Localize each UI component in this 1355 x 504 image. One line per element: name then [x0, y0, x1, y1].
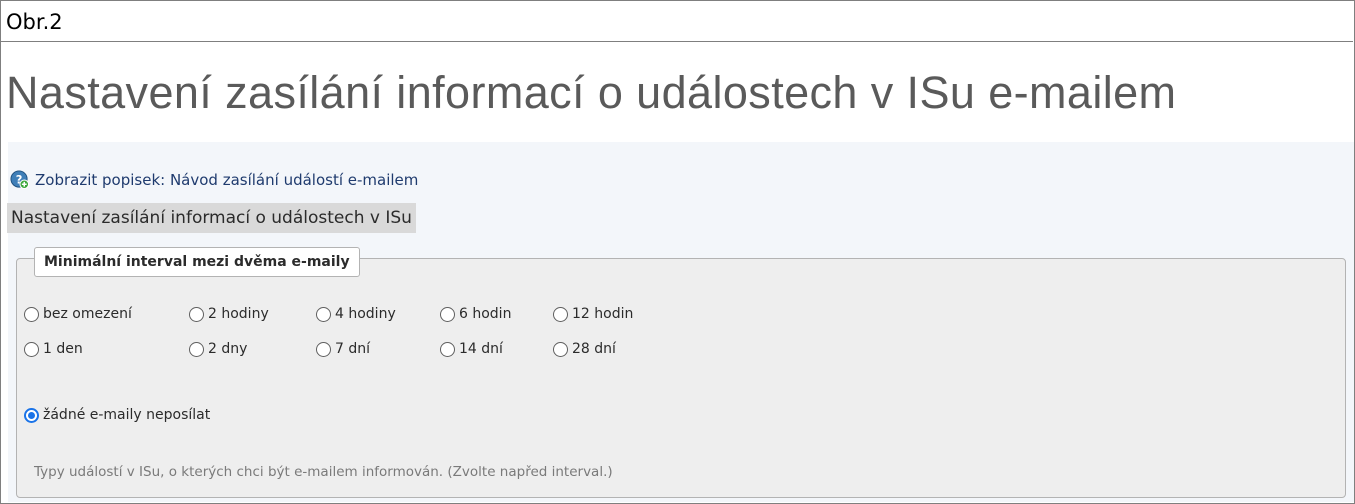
interval-option-label: bez omezení [43, 306, 132, 322]
interval-option-6-hodin[interactable]: 6 hodin [440, 306, 511, 322]
radio-circle[interactable] [24, 341, 39, 357]
interval-option-14-dni[interactable]: 14 dní [440, 341, 503, 357]
interval-option-label: 1 den [43, 341, 83, 357]
radio-circle[interactable] [440, 306, 455, 322]
interval-fieldset [16, 258, 1346, 498]
interval-option-label: 6 hodin [459, 306, 512, 322]
interval-option-4-hodiny[interactable]: 4 hodiny [316, 306, 396, 322]
radio-circle[interactable] [553, 306, 568, 322]
interval-option-label: 14 dní [459, 341, 503, 357]
event-types-note: Typy událostí v ISu, o kterých chci být … [34, 464, 613, 480]
interval-option-label: 28 dní [572, 341, 616, 357]
interval-option-label: 4 hodiny [335, 306, 396, 322]
radio-circle[interactable] [24, 306, 39, 322]
interval-option-1-den[interactable]: 1 den [24, 341, 83, 357]
radio-circle[interactable] [553, 341, 568, 357]
interval-option-label: 12 hodin [572, 306, 634, 322]
help-link-label: Zobrazit popisek: Návod zasílání událost… [35, 170, 419, 189]
interval-option-label: 7 dní [335, 341, 371, 357]
interval-option-label: žádné e-maily neposílat [43, 407, 211, 423]
help-plus-icon: ? [10, 170, 29, 189]
interval-option-7-dni[interactable]: 7 dní [316, 341, 370, 357]
radio-circle-checked[interactable] [24, 407, 39, 423]
interval-legend: Minimální interval mezi dvěma e-maily [34, 247, 360, 277]
radio-circle[interactable] [440, 341, 455, 357]
interval-option-zadne-emaily[interactable]: žádné e-maily neposílat [24, 407, 210, 423]
radio-circle[interactable] [189, 306, 204, 322]
interval-option-bez-omezeni[interactable]: bez omezení [24, 306, 132, 322]
interval-option-label: 2 hodiny [208, 306, 269, 322]
radio-circle[interactable] [189, 341, 204, 357]
interval-option-2-dny[interactable]: 2 dny [189, 341, 247, 357]
interval-option-label: 2 dny [208, 341, 248, 357]
interval-option-2-hodiny[interactable]: 2 hodiny [189, 306, 269, 322]
interval-option-12-hodin[interactable]: 12 hodin [553, 306, 633, 322]
help-link[interactable]: ? Zobrazit popisek: Návod zasílání událo… [10, 170, 418, 189]
page-title: Nastavení zasílání informací o událostec… [6, 67, 1177, 118]
figure-caption: Obr.2 [0, 0, 1353, 42]
section-title: Nastavení zasílání informací o událostec… [7, 203, 416, 233]
radio-circle[interactable] [316, 306, 331, 322]
interval-option-28-dni[interactable]: 28 dní [553, 341, 616, 357]
radio-circle[interactable] [316, 341, 331, 357]
